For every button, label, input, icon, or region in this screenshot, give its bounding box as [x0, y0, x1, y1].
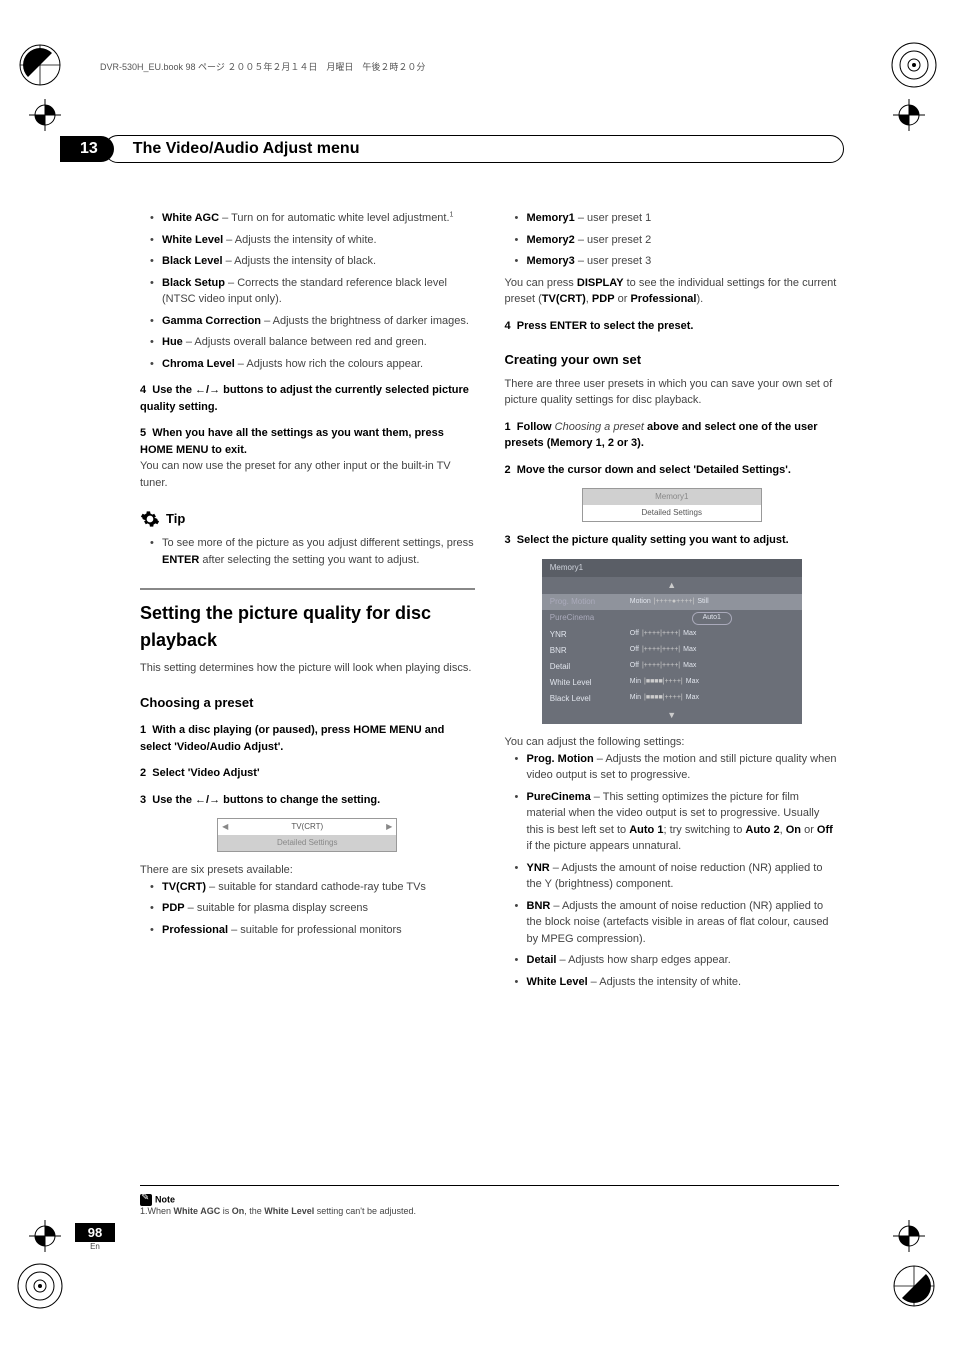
section-heading: Setting the picture quality for disc pla…	[140, 588, 475, 654]
list-item: Memory2 – user preset 2	[517, 232, 840, 249]
step-4: 4 Use the ←/→ buttons to adjust the curr…	[140, 382, 475, 415]
list-item: Gamma Correction – Adjusts the brightnes…	[152, 313, 475, 330]
table-row: Prog. MotionMotion |++++●++++| Still	[542, 594, 802, 610]
list-item: Hue – Adjusts overall balance between re…	[152, 334, 475, 351]
list-item: Memory3 – user preset 3	[517, 253, 840, 270]
table-row: PureCinemaAuto1	[542, 610, 802, 627]
registration-mark-icon	[889, 1216, 929, 1256]
footnote: Note 1.When White AGC is On, the White L…	[140, 1194, 416, 1216]
list-item: Black Level – Adjusts the intensity of b…	[152, 253, 475, 270]
memory-table-title: Memory1	[542, 559, 802, 577]
tip-item: To see more of the picture as you adjust…	[152, 535, 475, 568]
creating-description: There are three user presets in which yo…	[505, 376, 840, 409]
triangle-up-icon: ▲	[542, 577, 802, 595]
tip-heading: Tip	[140, 509, 475, 529]
page-number: 98	[75, 1223, 115, 1242]
memory-selector-figure: Memory1 Detailed Settings	[582, 488, 762, 522]
left-column: White AGC – Turn on for automatic white …	[140, 210, 475, 995]
right-column: Memory1 – user preset 1 Memory2 – user p…	[505, 210, 840, 995]
list-item: BNR – Adjusts the amount of noise reduct…	[517, 898, 840, 948]
registration-mark-icon	[25, 1216, 65, 1256]
memory-detailed-settings: Detailed Settings	[583, 507, 761, 519]
triangle-down-icon: ▼	[542, 707, 802, 725]
list-item: Chroma Level – Adjusts how rich the colo…	[152, 356, 475, 373]
note-icon	[140, 1194, 152, 1206]
list-item: PDP – suitable for plasma display screen…	[152, 900, 475, 917]
step-5: 5 When you have all the settings as you …	[140, 425, 475, 458]
tip-label: Tip	[166, 509, 185, 529]
print-mark-icon	[10, 35, 70, 95]
table-row: DetailOff |++++|++++| Max	[542, 659, 802, 675]
creating-step-1: 1 Follow Choosing a preset above and sel…	[505, 419, 840, 452]
triangle-left-icon: ◀	[218, 821, 232, 833]
table-row: YNROff |++++|++++| Max	[542, 627, 802, 643]
list-item: White Level – Adjusts the intensity of w…	[517, 974, 840, 991]
choosing-step-2: 2 Select 'Video Adjust'	[140, 765, 475, 782]
triangle-right-icon: ▶	[382, 821, 396, 833]
preset-selector-figure: ◀TV(CRT)▶ Detailed Settings	[217, 818, 397, 852]
preset-value-tvcrt: TV(CRT)	[232, 821, 382, 833]
choosing-step-3: 3 Use the ←/→ buttons to change the sett…	[140, 792, 475, 809]
list-item: TV(CRT) – suitable for standard cathode-…	[152, 879, 475, 896]
list-item: PureCinema – This setting optimizes the …	[517, 789, 840, 855]
memory-value: Memory1	[583, 491, 761, 503]
presets-intro: There are six presets available:	[140, 862, 475, 879]
framemaker-header: DVR-530H_EU.book 98 ページ ２００５年２月１４日 月曜日 午…	[100, 60, 425, 73]
section-description: This setting determines how the picture …	[140, 660, 475, 677]
right-step-4: 4 Press ENTER to select the preset.	[505, 318, 840, 335]
display-note: You can press DISPLAY to see the individ…	[505, 275, 840, 308]
settings-list: White AGC – Turn on for automatic white …	[140, 210, 475, 372]
table-row: Black LevelMin |■■■■|++++| Max	[542, 691, 802, 707]
subsection-creating: Creating your own set	[505, 350, 840, 370]
chapter-number: 13	[60, 136, 114, 162]
print-mark-icon	[884, 1256, 944, 1316]
gear-icon	[140, 509, 160, 529]
step-5-description: You can now use the preset for any other…	[140, 458, 475, 491]
memory-settings-figure: Memory1 ▲ Prog. MotionMotion |++++●++++|…	[542, 559, 802, 725]
list-item: Black Setup – Corrects the standard refe…	[152, 275, 475, 308]
chapter-header: 13 The Video/Audio Adjust menu	[60, 135, 844, 163]
footnote-separator	[140, 1185, 839, 1186]
registration-mark-icon	[25, 95, 65, 135]
list-item: Detail – Adjusts how sharp edges appear.	[517, 952, 840, 969]
creating-step-3: 3 Select the picture quality setting you…	[505, 532, 840, 549]
page-number-block: 98 En	[75, 1223, 115, 1251]
list-item: Prog. Motion – Adjusts the motion and st…	[517, 751, 840, 784]
preset-detailed-settings: Detailed Settings	[218, 837, 396, 849]
table-row: White LevelMin |■■■■|++++| Max	[542, 675, 802, 691]
choosing-step-1: 1 With a disc playing (or paused), press…	[140, 722, 475, 755]
table-row: BNROff |++++|++++| Max	[542, 643, 802, 659]
subsection-choosing: Choosing a preset	[140, 693, 475, 713]
registration-mark-icon	[889, 95, 929, 135]
page-language: En	[75, 1242, 115, 1251]
print-mark-icon	[884, 35, 944, 95]
list-item: Professional – suitable for professional…	[152, 922, 475, 939]
print-mark-icon	[10, 1256, 70, 1316]
list-item: YNR – Adjusts the amount of noise reduct…	[517, 860, 840, 893]
creating-step-2: 2 Move the cursor down and select 'Detai…	[505, 462, 840, 479]
list-item: Memory1 – user preset 1	[517, 210, 840, 227]
adjust-intro: You can adjust the following settings:	[505, 734, 840, 751]
list-item: White Level – Adjusts the intensity of w…	[152, 232, 475, 249]
list-item: White AGC – Turn on for automatic white …	[152, 210, 475, 227]
chapter-title: The Video/Audio Adjust menu	[104, 135, 844, 163]
